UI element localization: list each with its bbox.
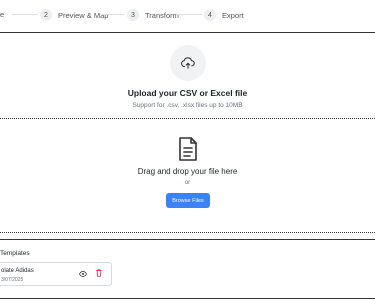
drop-or-text: or xyxy=(184,180,191,186)
template-card[interactable]: olate Adidas 3/07/2025 xyxy=(0,262,112,286)
step-1-label: e xyxy=(0,10,5,19)
template-date: 3/07/2025 xyxy=(1,277,24,283)
step-number: 3 xyxy=(127,9,139,21)
import-stepper: e 2 Preview & Map 3 Transform 4 Export xyxy=(0,0,375,30)
step-label: Preview & Map xyxy=(58,10,109,20)
step-connector xyxy=(100,14,124,15)
trash-icon[interactable] xyxy=(96,269,102,277)
upload-subtitle: Support for .csv, .xlsx files up to 10MB xyxy=(132,102,243,109)
dropzone-top-border xyxy=(0,118,375,119)
upload-title: Upload your CSV or Excel file xyxy=(127,88,248,98)
upload-hero: Upload your CSV or Excel file Support fo… xyxy=(0,37,375,115)
divider xyxy=(0,298,375,299)
step-label: Transform xyxy=(145,10,179,20)
step-preview-map[interactable]: 2 Preview & Map xyxy=(40,7,108,23)
divider xyxy=(0,239,375,240)
step-number: 2 xyxy=(40,9,52,21)
divider xyxy=(0,32,375,33)
drop-title: Drag and drop your file here xyxy=(137,167,238,176)
eye-icon[interactable] xyxy=(79,271,87,277)
step-transform[interactable]: 3 Transform xyxy=(127,7,179,23)
step-label: Export xyxy=(222,10,244,20)
file-drop-zone[interactable]: Drag and drop your file here or Browse F… xyxy=(0,122,375,230)
step-number: 4 xyxy=(204,9,216,21)
browse-files-button[interactable]: Browse Files xyxy=(166,193,210,208)
cloud-upload-icon xyxy=(181,57,195,69)
step-connector xyxy=(12,14,38,15)
step-connector xyxy=(176,14,202,15)
templates-heading: Templates xyxy=(0,250,30,257)
dropzone-bottom-border xyxy=(0,232,375,233)
document-icon xyxy=(179,137,197,161)
upload-icon-badge[interactable] xyxy=(170,45,206,81)
template-name: olate Adidas xyxy=(1,268,34,274)
step-export[interactable]: 4 Export xyxy=(204,7,244,23)
